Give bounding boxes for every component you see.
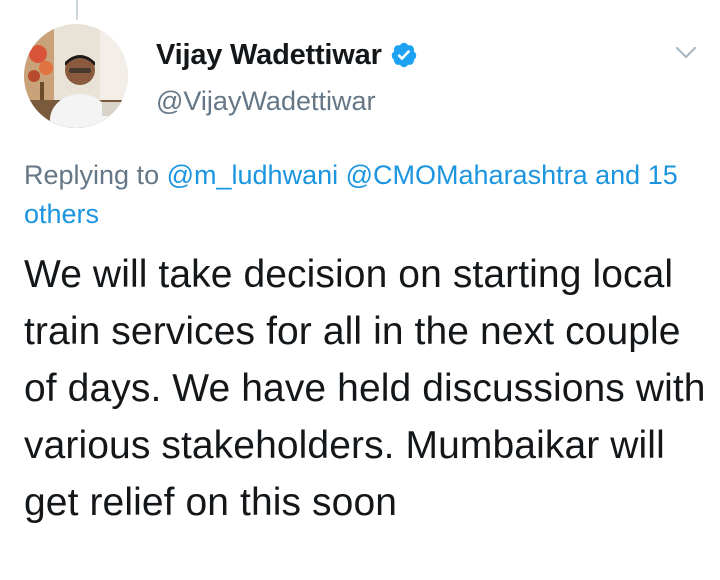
author-display-name[interactable]: Vijay Wadettiwar	[156, 39, 382, 72]
avatar-photo	[24, 24, 128, 128]
avatar[interactable]	[24, 24, 128, 128]
author-name-row: Vijay Wadettiwar	[156, 36, 418, 74]
author-handle[interactable]: @VijayWadettiwar	[156, 86, 375, 117]
thread-connector-line	[76, 0, 78, 20]
reply-context: Replying to @m_ludhwani @CMOMaharashtra …	[24, 156, 704, 234]
mention-link-cmomaharashtra[interactable]: @CMOMaharashtra	[346, 160, 588, 190]
reply-prefix: Replying to	[24, 160, 160, 190]
reply-conjunction[interactable]: and	[595, 160, 640, 190]
mention-link-m-ludhwani[interactable]: @m_ludhwani	[167, 160, 339, 190]
chevron-down-icon[interactable]	[672, 42, 700, 64]
tweet-text: We will take decision on starting local …	[24, 253, 706, 524]
verified-badge-icon	[390, 41, 418, 69]
